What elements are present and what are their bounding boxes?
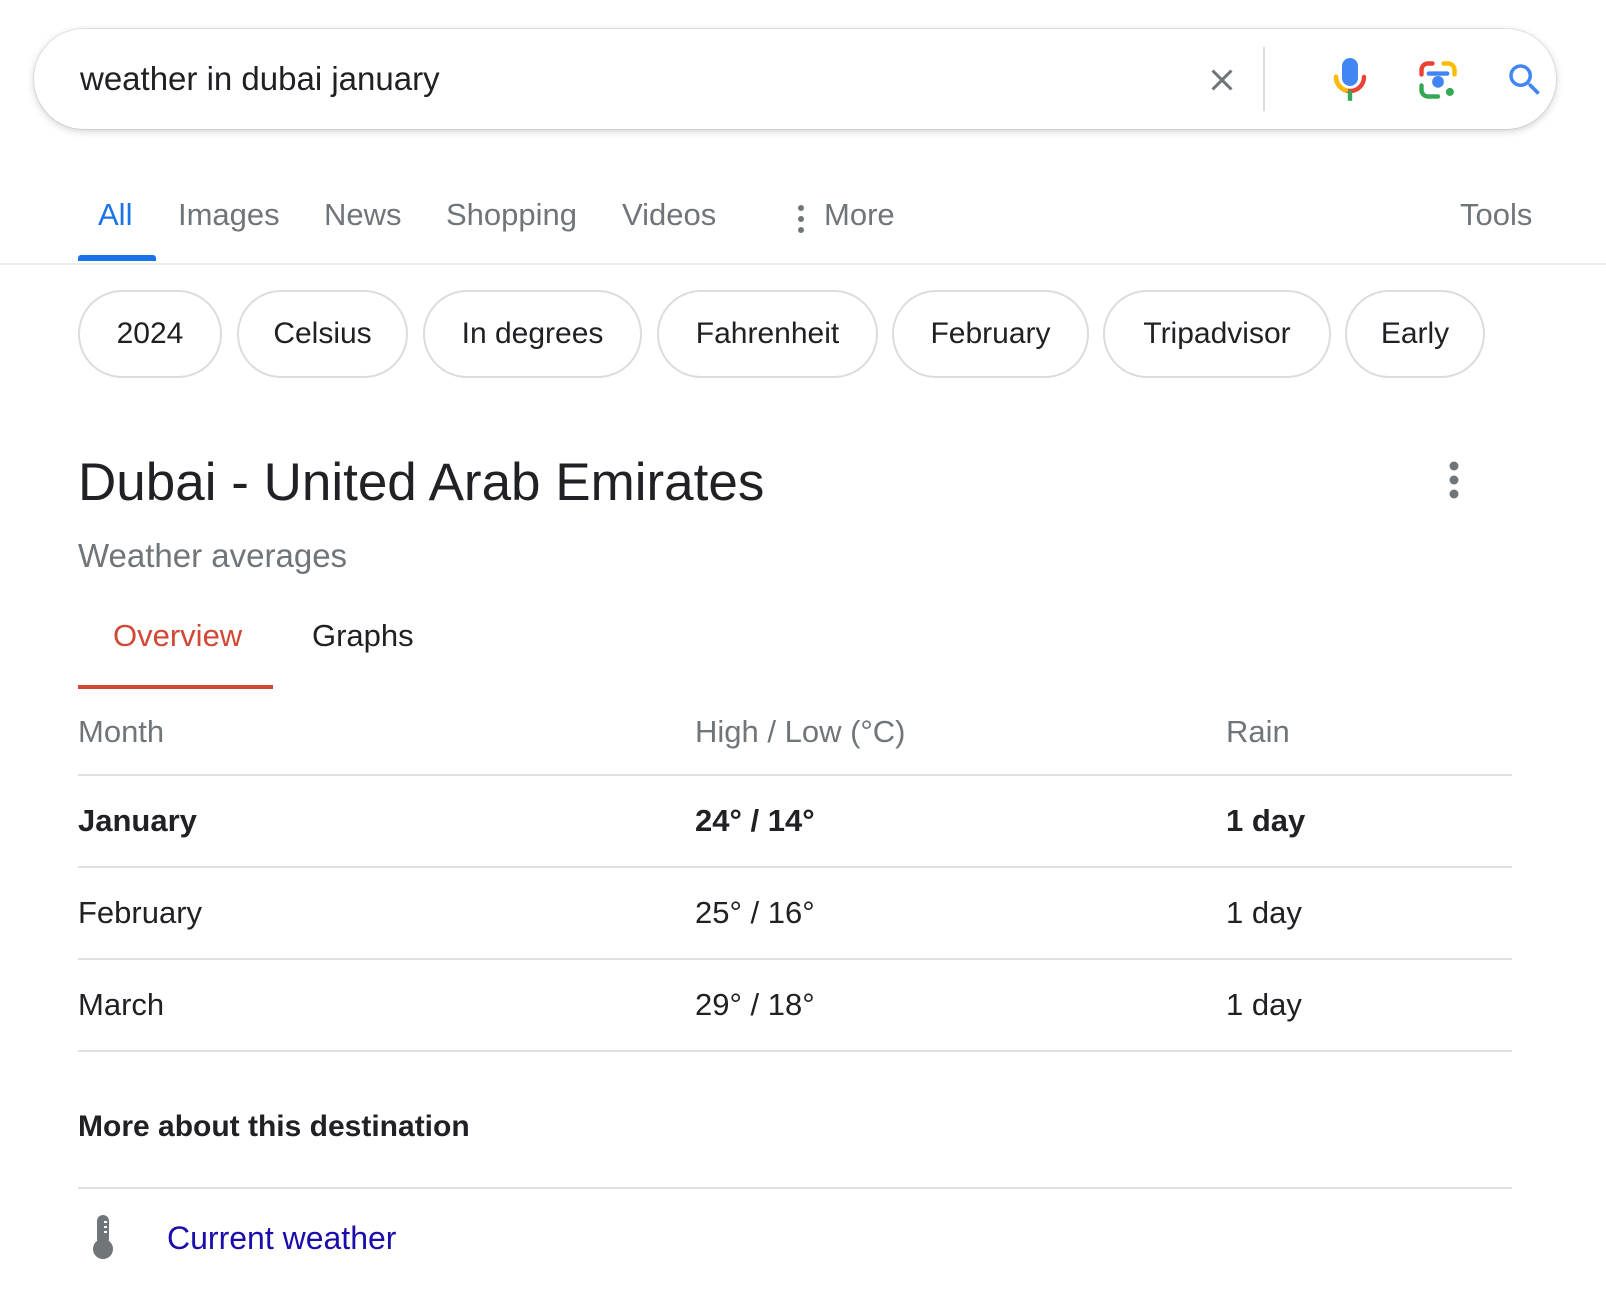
chip-early[interactable]: Early xyxy=(1345,290,1485,378)
card-subtitle: Weather averages xyxy=(78,537,348,574)
card-title: Dubai - United Arab Emirates xyxy=(78,453,765,512)
mic-icon xyxy=(1333,58,1367,101)
month-cell: January xyxy=(78,803,197,838)
chip-celsius[interactable]: Celsius xyxy=(237,290,408,378)
high-low-cell: 25° / 16° xyxy=(695,895,815,930)
column-header-rain: Rain xyxy=(1226,714,1290,749)
table-row: March 29° / 18° 1 day xyxy=(78,960,1512,1052)
chip-label: 2024 xyxy=(116,317,184,350)
chip-fahrenheit[interactable]: Fahrenheit xyxy=(657,290,878,378)
tools-button[interactable]: Tools xyxy=(1460,197,1532,233)
image-search-button[interactable] xyxy=(1410,52,1466,108)
more-about-heading: More about this destination xyxy=(78,1110,470,1143)
search-bar xyxy=(34,29,1556,129)
tab-all[interactable]: All xyxy=(98,197,132,233)
tab-news[interactable]: News xyxy=(324,197,402,233)
month-cell: March xyxy=(78,987,165,1022)
thermometer-icon xyxy=(93,1215,113,1259)
tab-graphs[interactable]: Graphs xyxy=(312,618,414,654)
table-row: January 24° / 14° 1 day xyxy=(78,776,1512,868)
chip-label: Celsius xyxy=(273,317,372,350)
clear-search-button[interactable] xyxy=(1194,52,1250,108)
tab-overview[interactable]: Overview xyxy=(113,618,242,654)
weather-table: Month High / Low (°C) Rain January 24° /… xyxy=(78,690,1512,1052)
month-cell: February xyxy=(78,895,203,930)
voice-search-button[interactable] xyxy=(1322,52,1378,108)
search-button[interactable] xyxy=(1497,52,1553,108)
chip-in-degrees[interactable]: In degrees xyxy=(423,290,642,378)
table-row: February 25° / 16° 1 day xyxy=(78,868,1512,960)
rain-cell: 1 day xyxy=(1226,895,1302,930)
close-icon xyxy=(1211,69,1233,91)
active-card-tab-indicator xyxy=(78,685,273,689)
current-weather-link[interactable]: Current weather xyxy=(78,1210,678,1270)
high-low-cell: 24° / 14° xyxy=(695,803,815,838)
more-vert-icon xyxy=(1449,461,1459,499)
chip-february[interactable]: February xyxy=(892,290,1089,378)
active-tab-indicator xyxy=(78,255,156,261)
chip-tripadvisor[interactable]: Tripadvisor xyxy=(1103,290,1331,378)
search-bar-divider xyxy=(1263,47,1265,111)
chip-label: Early xyxy=(1380,317,1450,350)
rain-cell: 1 day xyxy=(1226,987,1302,1022)
section-divider xyxy=(78,1187,1512,1189)
column-header-month: Month xyxy=(78,714,165,749)
more-vert-icon xyxy=(798,205,804,233)
search-icon xyxy=(1509,64,1540,95)
search-nav: All Images News Shopping Videos More Too… xyxy=(0,175,1606,265)
search-input[interactable] xyxy=(80,57,1160,101)
card-menu-button[interactable] xyxy=(1436,455,1472,505)
high-low-cell: 29° / 18° xyxy=(695,987,815,1022)
tab-images[interactable]: Images xyxy=(178,197,280,233)
column-header-high-low: High / Low (°C) xyxy=(695,714,906,749)
rain-cell: 1 day xyxy=(1226,803,1306,838)
tab-videos[interactable]: Videos xyxy=(622,197,716,233)
tab-more[interactable]: More xyxy=(824,197,895,233)
current-weather-label: Current weather xyxy=(167,1220,397,1256)
chip-label: Fahrenheit xyxy=(695,317,840,350)
chip-label: Tripadvisor xyxy=(1143,317,1291,350)
chip-2024[interactable]: 2024 xyxy=(78,290,222,378)
lens-icon xyxy=(1419,61,1457,99)
tab-shopping[interactable]: Shopping xyxy=(446,197,577,233)
table-header-row: Month High / Low (°C) Rain xyxy=(78,690,1512,776)
chip-label: In degrees xyxy=(461,317,604,350)
chip-label: February xyxy=(930,317,1051,350)
